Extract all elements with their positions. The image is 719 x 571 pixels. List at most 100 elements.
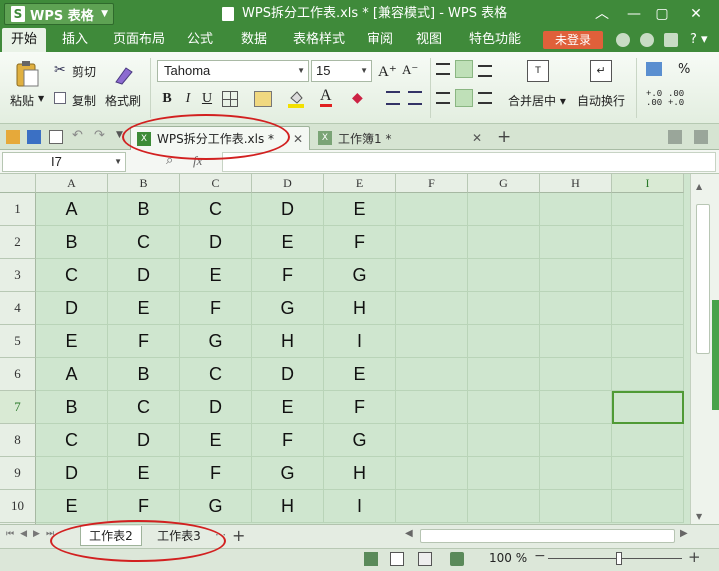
ribbon-collapse-button[interactable]: ︿ — [586, 0, 618, 28]
underline-button[interactable]: U — [199, 89, 215, 109]
shirt-icon[interactable] — [664, 33, 678, 47]
scroll-down-icon[interactable]: ▼ — [696, 512, 702, 521]
add-sheet-button[interactable]: + — [232, 526, 245, 545]
cell[interactable] — [396, 391, 468, 424]
cell[interactable] — [396, 424, 468, 457]
cell[interactable]: A — [36, 358, 108, 391]
cell[interactable] — [540, 292, 612, 325]
cell[interactable]: E — [324, 358, 396, 391]
cell[interactable]: E — [180, 259, 252, 292]
row-header[interactable]: 8 — [0, 424, 36, 457]
menu-item[interactable]: 视图 — [404, 28, 454, 52]
cell[interactable] — [396, 226, 468, 259]
shrink-font-button[interactable]: A⁻ — [402, 62, 418, 78]
scrollbar-thumb[interactable] — [696, 204, 710, 354]
cell[interactable]: D — [180, 391, 252, 424]
cell[interactable]: B — [36, 391, 108, 424]
help-button[interactable]: ? ▾ — [690, 32, 708, 47]
cell[interactable] — [396, 457, 468, 490]
cell[interactable] — [396, 259, 468, 292]
percent-button[interactable]: % — [678, 62, 690, 77]
menu-item[interactable]: 插入 — [52, 28, 98, 52]
cell[interactable] — [468, 424, 540, 457]
cell[interactable]: H — [252, 490, 324, 523]
cell[interactable]: F — [324, 391, 396, 424]
cell[interactable]: D — [180, 226, 252, 259]
cell[interactable] — [540, 391, 612, 424]
cell[interactable] — [612, 358, 684, 391]
column-header[interactable]: I — [612, 174, 684, 193]
window-layout-icon[interactable] — [668, 130, 682, 144]
print-preview-icon[interactable] — [49, 130, 63, 144]
column-header[interactable]: G — [468, 174, 540, 193]
menu-item[interactable]: 页面布局 — [104, 28, 174, 52]
scroll-up-icon[interactable]: ▲ — [696, 182, 702, 191]
cell[interactable] — [396, 490, 468, 523]
cell[interactable] — [612, 193, 684, 226]
name-box[interactable]: I7 ▼ — [2, 152, 126, 172]
cell[interactable] — [396, 292, 468, 325]
fill-color-icon[interactable] — [288, 90, 304, 108]
cell[interactable] — [540, 259, 612, 292]
cell[interactable] — [540, 193, 612, 226]
cell[interactable]: C — [36, 424, 108, 457]
cell[interactable] — [612, 457, 684, 490]
menu-item[interactable]: 特色功能 — [460, 28, 530, 52]
cell[interactable] — [612, 325, 684, 358]
active-cell[interactable] — [612, 391, 684, 424]
tab-list-icon[interactable] — [694, 130, 708, 144]
cell[interactable]: E — [252, 226, 324, 259]
close-tab-icon[interactable]: ✕ — [472, 131, 482, 145]
cell[interactable] — [468, 325, 540, 358]
cell[interactable] — [468, 292, 540, 325]
cell[interactable]: H — [252, 325, 324, 358]
cell[interactable]: C — [180, 358, 252, 391]
cell[interactable] — [612, 490, 684, 523]
font-color-icon[interactable]: A — [320, 88, 332, 107]
menu-item[interactable]: 审阅 — [358, 28, 402, 52]
sync-icon[interactable] — [640, 33, 654, 47]
cell[interactable] — [540, 457, 612, 490]
align-top-icon[interactable] — [436, 63, 450, 75]
row-header[interactable]: 10 — [0, 490, 36, 523]
select-all-corner[interactable] — [0, 174, 36, 193]
login-button[interactable]: 未登录 — [543, 31, 603, 49]
row-header[interactable]: 5 — [0, 325, 36, 358]
save-icon[interactable] — [27, 130, 41, 144]
redo-icon[interactable]: ↷ — [94, 128, 105, 143]
cell[interactable]: G — [252, 292, 324, 325]
column-header[interactable]: E — [324, 174, 396, 193]
row-header[interactable]: 7 — [0, 391, 36, 424]
cell[interactable] — [540, 358, 612, 391]
column-header[interactable]: A — [36, 174, 108, 193]
cell[interactable]: E — [180, 424, 252, 457]
zoom-slider[interactable] — [548, 558, 682, 559]
cell[interactable] — [540, 325, 612, 358]
cell[interactable] — [612, 424, 684, 457]
font-size-select[interactable]: 15 ▼ — [311, 60, 372, 82]
spreadsheet-grid[interactable]: ABCDEFGHI1ABCDE2BCDEF3CDEFG4DEFGH5EFGHI6… — [0, 174, 690, 524]
open-folder-icon[interactable] — [6, 130, 20, 144]
cell[interactable]: C — [108, 226, 180, 259]
cell-style-icon[interactable] — [254, 91, 272, 107]
column-header[interactable]: D — [252, 174, 324, 193]
cell[interactable] — [612, 259, 684, 292]
cell[interactable]: G — [180, 325, 252, 358]
cell[interactable] — [540, 490, 612, 523]
cell[interactable]: E — [36, 325, 108, 358]
cut-button[interactable]: 剪切 — [72, 63, 96, 80]
column-header[interactable]: H — [540, 174, 612, 193]
cell[interactable]: F — [324, 226, 396, 259]
number-format-icon[interactable] — [646, 62, 662, 76]
cell[interactable]: C — [180, 193, 252, 226]
formula-input[interactable] — [222, 152, 716, 172]
maximize-button[interactable]: ▢ — [646, 0, 678, 28]
copy-button[interactable]: 复制 — [72, 92, 96, 109]
cell[interactable]: D — [36, 292, 108, 325]
column-header[interactable]: C — [180, 174, 252, 193]
paste-button[interactable] — [14, 60, 40, 88]
cell[interactable]: G — [324, 424, 396, 457]
menu-item[interactable]: 表格样式 — [284, 28, 354, 52]
scroll-left-icon[interactable]: ◀ — [405, 528, 413, 539]
bold-button[interactable]: B — [159, 89, 175, 109]
